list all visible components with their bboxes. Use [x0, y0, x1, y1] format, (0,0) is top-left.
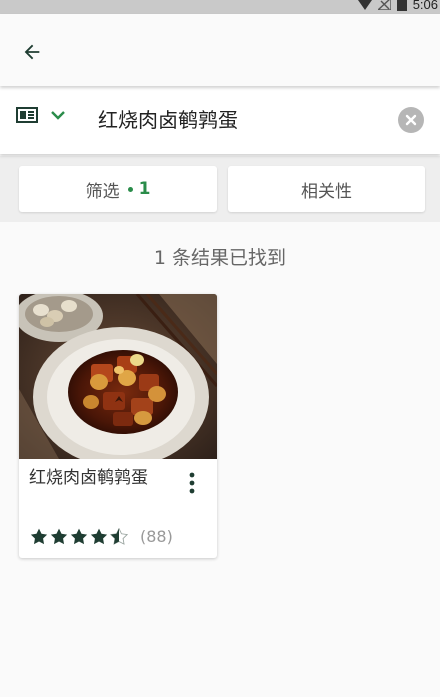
sort-label: 相关性: [301, 181, 352, 202]
status-bar: 5:06: [0, 0, 440, 14]
filter-label: 筛选: [85, 181, 120, 202]
results-count: 1 条结果已找到: [153, 247, 287, 269]
recipe-card[interactable]: 红烧肉卤鹌鹑蛋 (88): [19, 294, 217, 558]
recipe-rating: (88): [30, 527, 173, 546]
search-bar: 红烧肉卤鹌鹑蛋: [0, 86, 440, 154]
recipe-title: 红烧肉卤鹌鹑蛋: [29, 468, 148, 488]
filter-count: 1: [138, 179, 151, 199]
search-query[interactable]: 红烧肉卤鹌鹑蛋: [98, 106, 238, 134]
star-full-icon: [70, 528, 88, 545]
wifi-icon: [357, 0, 372, 10]
filter-bar: 筛选 1 相关性: [0, 156, 440, 222]
review-count: (88): [140, 527, 173, 546]
star-half-icon: [110, 528, 128, 545]
more-options-button[interactable]: [179, 468, 205, 498]
view-mode-toggle[interactable]: [16, 106, 66, 124]
clear-search-button[interactable]: [398, 107, 424, 133]
star-full-icon: [50, 528, 68, 545]
star-full-icon: [30, 528, 48, 545]
recipe-image: [19, 294, 217, 459]
status-time: 5:06: [412, 0, 438, 12]
back-button[interactable]: [14, 34, 50, 70]
list-view-icon: [16, 107, 38, 123]
clear-icon: [405, 114, 417, 126]
no-signal-icon: [377, 0, 391, 10]
battery-icon: [396, 0, 407, 11]
arrow-back-icon: [24, 44, 40, 60]
chevron-down-icon: [51, 111, 65, 120]
app-bar: [0, 14, 440, 86]
filter-button[interactable]: 筛选 1: [19, 166, 217, 212]
status-icons: 5:06: [357, 0, 440, 12]
sort-button[interactable]: 相关性: [228, 166, 425, 212]
more-vert-icon: [189, 472, 195, 494]
filter-active-dot: [127, 186, 133, 192]
star-full-icon: [90, 528, 108, 545]
